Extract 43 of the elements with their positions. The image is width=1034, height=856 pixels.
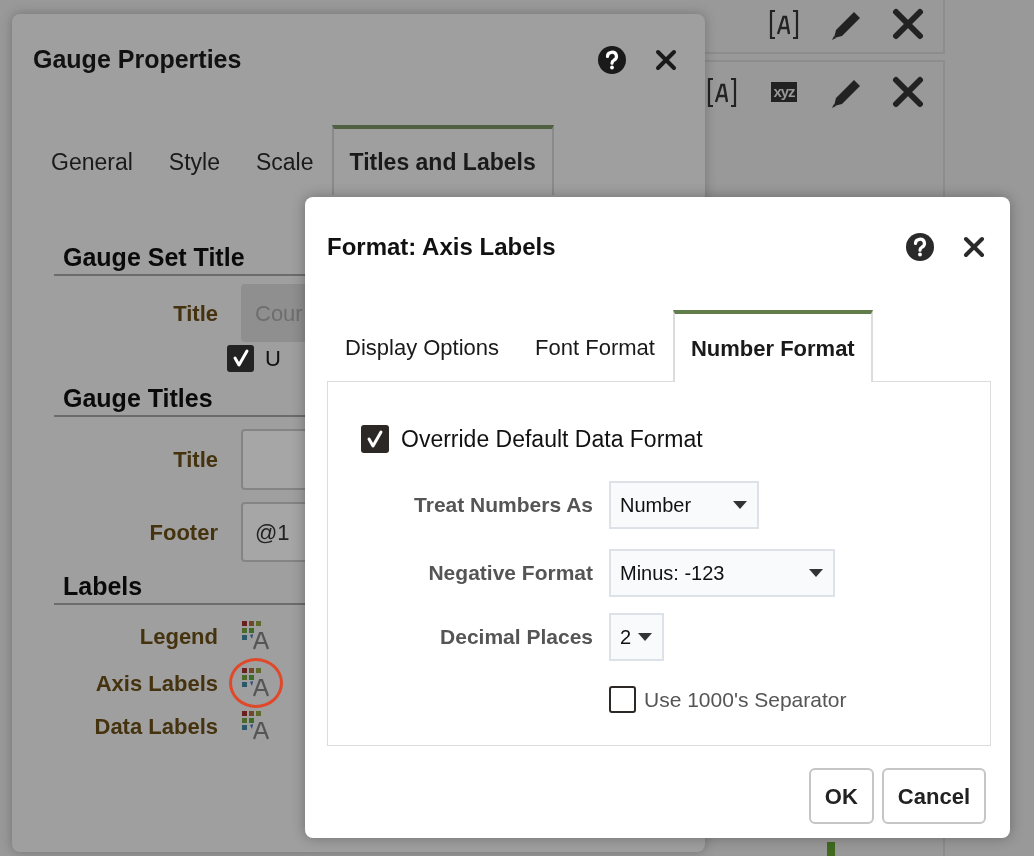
format-icon[interactable] bbox=[242, 621, 270, 651]
line-segment bbox=[827, 842, 835, 856]
delete-icon[interactable] bbox=[892, 76, 924, 108]
checkbox[interactable] bbox=[227, 344, 254, 372]
field-label: Axis Labels bbox=[94, 669, 218, 698]
field-label: Legend bbox=[138, 622, 218, 651]
tab[interactable]: General bbox=[33, 125, 151, 195]
close-icon[interactable] bbox=[655, 49, 677, 71]
tab[interactable]: Number Format bbox=[672, 310, 873, 382]
checkbox-label: Override Default Data Format bbox=[401, 425, 703, 454]
field-label: Title bbox=[172, 299, 218, 328]
tab[interactable]: Style bbox=[150, 125, 238, 195]
checkmark-icon bbox=[365, 429, 385, 450]
field-label: Footer bbox=[148, 518, 218, 547]
select-field[interactable]: Number bbox=[609, 480, 759, 529]
field-label: Decimal Places bbox=[439, 623, 593, 650]
field-label: Treat Numbers As bbox=[413, 491, 593, 518]
checkbox-label: U bbox=[265, 344, 281, 373]
select-field[interactable]: Minus: -123 bbox=[609, 548, 835, 597]
tab[interactable]: Font Format bbox=[517, 310, 673, 381]
help-icon[interactable] bbox=[906, 233, 934, 261]
checkbox[interactable] bbox=[361, 425, 389, 454]
dialog-title: Gauge Properties bbox=[33, 44, 243, 76]
format-icon[interactable] bbox=[242, 668, 270, 698]
cancel-button[interactable]: Cancel bbox=[881, 768, 986, 824]
text-format-icon[interactable] bbox=[706, 75, 738, 109]
select-field[interactable]: 2 bbox=[609, 612, 664, 661]
close-icon[interactable] bbox=[963, 236, 985, 258]
caret-icon bbox=[809, 568, 823, 577]
ok-button[interactable]: OK bbox=[808, 768, 874, 824]
delete-icon[interactable] bbox=[892, 8, 924, 40]
format-icon[interactable] bbox=[242, 711, 270, 741]
help-icon[interactable] bbox=[598, 46, 626, 74]
tab[interactable]: Display Options bbox=[327, 310, 518, 381]
checkbox[interactable] bbox=[609, 685, 636, 713]
field-label: Data Labels bbox=[93, 712, 218, 741]
field-label: Title bbox=[172, 446, 218, 474]
text-format-icon[interactable] bbox=[768, 7, 800, 41]
checkbox-label: Use 1000's Separator bbox=[644, 686, 847, 713]
tab[interactable]: Scale bbox=[237, 125, 332, 195]
caret-icon bbox=[733, 500, 747, 509]
caret-icon bbox=[638, 632, 652, 641]
text-sample-icon[interactable]: xyz bbox=[771, 82, 797, 102]
